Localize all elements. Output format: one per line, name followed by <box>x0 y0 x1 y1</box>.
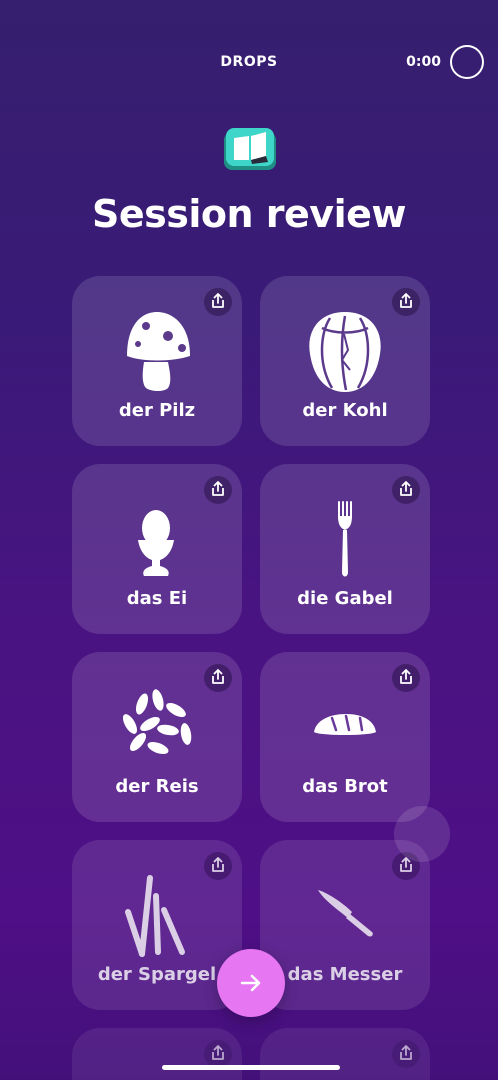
rice-icon <box>123 689 192 755</box>
mushroom-icon <box>127 312 190 391</box>
word-card-partial[interactable] <box>260 1028 430 1080</box>
word-card-ei[interactable]: das Ei <box>72 464 242 634</box>
next-button[interactable] <box>217 949 285 1017</box>
share-button[interactable] <box>204 1040 232 1068</box>
word-label: die Gabel <box>297 588 393 609</box>
word-card-gabel[interactable]: die Gabel <box>260 464 430 634</box>
bread-icon <box>314 714 376 735</box>
page-title: Session review <box>92 192 406 236</box>
word-label: der Reis <box>115 776 199 797</box>
asparagus-icon <box>125 875 185 957</box>
knife-icon <box>318 890 373 937</box>
word-card-reis[interactable]: der Reis <box>72 652 242 822</box>
cabbage-icon <box>309 312 381 392</box>
word-card-messer[interactable]: das Messer <box>260 840 430 1010</box>
word-card-partial[interactable] <box>72 1028 242 1080</box>
timer-progress-ring <box>450 45 484 79</box>
word-label: das Brot <box>302 776 388 797</box>
word-label: der Kohl <box>302 400 388 421</box>
word-label: das Ei <box>126 588 188 609</box>
session-timer: 0:00 <box>406 54 441 70</box>
book-icon <box>224 128 276 170</box>
word-label: das Messer <box>287 964 403 985</box>
word-card-brot[interactable]: das Brot <box>260 652 430 822</box>
fork-icon <box>338 501 352 577</box>
home-indicator[interactable] <box>162 1065 340 1070</box>
share-button[interactable] <box>392 1040 420 1068</box>
word-card-kohl[interactable]: der Kohl <box>260 276 430 446</box>
share-icon <box>400 1045 412 1060</box>
top-bar: DROPS 0:00 <box>0 0 498 120</box>
word-label: der Pilz <box>118 400 196 421</box>
egg-icon <box>138 510 174 576</box>
arrow-right-icon <box>240 974 261 992</box>
share-icon <box>212 1045 224 1060</box>
assistive-touch-button[interactable] <box>394 806 450 862</box>
word-card-pilz[interactable]: der Pilz <box>72 276 242 446</box>
